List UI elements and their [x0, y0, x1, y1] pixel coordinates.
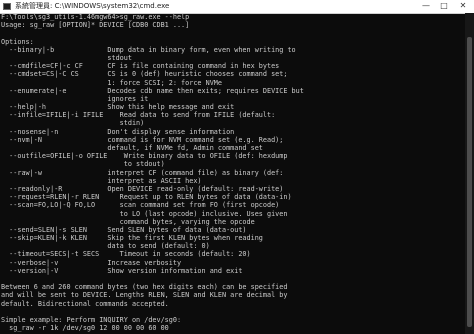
console-line: stdout [1, 53, 132, 62]
console-line: 1: force SCSI; 2: force NVMe [1, 78, 222, 87]
console-line: ignores it [1, 94, 149, 103]
cmd-icon [3, 3, 11, 10]
console-line: command bytes, varying the opcode [1, 217, 255, 226]
console-line: --cmdset=CS|-C CS CS is 0 (def) heuristi… [1, 70, 288, 79]
console-line: stdin) [1, 119, 145, 128]
console-line: sg_raw -r 1k /dev/sg0 12 00 00 00 60 00 [1, 324, 169, 333]
console-line: default, if NVMe fd, Admin command set [1, 144, 263, 152]
vertical-scrollbar[interactable] [465, 13, 474, 334]
minimize-button[interactable]: — [418, 0, 434, 13]
console-line: F:\Tools\sg3_utils-1.46mgw64>sg_raw.exe … [1, 13, 190, 21]
console-line: --nosense|-n Don't display sense informa… [1, 127, 235, 136]
console-line: --version|-V Show version information an… [1, 266, 243, 275]
console-line: --readonly|-R Open DEVICE read-only (def… [1, 184, 284, 193]
console-line: --infile=IFILE|-i IFILE Read data to sen… [1, 111, 276, 120]
console-line: --cmdfile=CF|-c CF CF is file containing… [1, 62, 280, 71]
console-line: --timeout=SECS|-t SECS Timeout in second… [1, 250, 251, 259]
cmd-window: 系統管理員: C:\WINDOWS\system32\cmd.exe — □ ✕… [0, 0, 474, 334]
console-line: to LO (last opcode) inclusive. Uses give… [1, 209, 288, 218]
console-line: Between 6 and 260 command bytes (two hex… [1, 283, 288, 292]
console-line: --verbose|-v Increase verbosity [1, 258, 182, 267]
console-line: --send=SLEN|-s SLEN Send SLEN bytes of d… [1, 225, 247, 234]
console-output[interactable]: F:\Tools\sg3_utils-1.46mgw64>sg_raw.exe … [0, 13, 465, 334]
console-line: default. Bidirectional commands accepted… [1, 299, 169, 308]
console-line: data to send (default: 0) [1, 242, 210, 251]
console-line: --skip=KLEN|-k KLEN Skip the first KLEN … [1, 234, 263, 243]
console-line: Usage: sg_raw [OPTION]* DEVICE [CDB0 CDB… [1, 21, 190, 30]
close-button[interactable]: ✕ [455, 0, 471, 13]
console-line: to stdout) [1, 160, 165, 169]
title-bar[interactable]: 系統管理員: C:\WINDOWS\system32\cmd.exe — □ ✕ [0, 0, 474, 14]
console-line: and will be sent to DEVICE. Lengths RLEN… [1, 291, 288, 300]
console-line: --nvm|-N command is for NVM command set … [1, 135, 284, 144]
console-line: --outfile=OFILE|-o OFILE Write binary da… [1, 152, 288, 161]
scrollbar-thumb[interactable] [467, 37, 472, 327]
console-line: --binary|-b Dump data in binary form, ev… [1, 45, 296, 54]
console-line: --scan=FO,LO|-Q FO,LO scan command set f… [1, 201, 280, 210]
console-line: --enumerate|-e Decodes cdb name then exi… [1, 86, 304, 95]
console-line: Options: [1, 37, 34, 46]
console-line: Simple example: Perform INQUIRY on /dev/… [1, 315, 182, 324]
console-line: --request=RLEN|-r RLEN Request up to RLE… [1, 193, 292, 202]
console-line: interpret as ASCII hex) [1, 176, 202, 185]
console-line: --raw|-w interpret CF (command file) as … [1, 168, 284, 177]
console-line: --help|-h Show this help message and exi… [1, 103, 235, 112]
window-title: 系統管理員: C:\WINDOWS\system32\cmd.exe [15, 2, 170, 10]
maximize-button[interactable]: □ [436, 0, 452, 13]
